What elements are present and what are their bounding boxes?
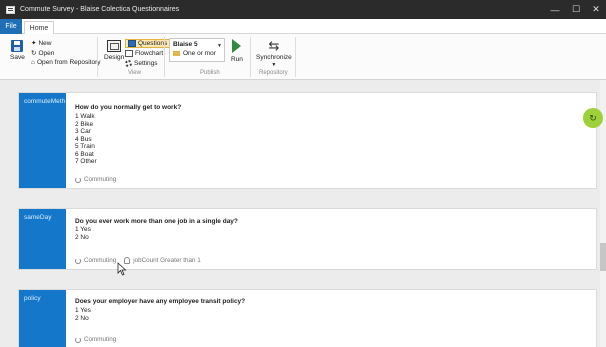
settings-button[interactable]: Settings xyxy=(125,60,158,67)
open-from-repository-button[interactable]: ⌂ Open from Repository xyxy=(31,59,101,66)
run-label: Run xyxy=(231,56,243,63)
save-label: Save xyxy=(10,54,25,61)
answer-options: 1 Yes 2 No xyxy=(75,226,91,241)
open-button[interactable]: ↻ Open xyxy=(31,49,55,58)
view-group-label: View xyxy=(128,70,141,76)
new-button[interactable]: ✦ New xyxy=(31,39,52,48)
ribbon-separator xyxy=(250,37,251,77)
ribbon-separator xyxy=(164,37,165,77)
mode-value: One or mor xyxy=(183,50,216,57)
ribbon: Save ✦ New ↻ Open ⌂ Open from Repository… xyxy=(0,34,606,80)
questions-icon xyxy=(128,40,136,47)
answer-option: 3 Car xyxy=(75,128,91,135)
question-text: Does your employer have any employee tra… xyxy=(75,298,246,305)
ribbon-separator xyxy=(295,37,296,77)
repository-icon: ⌂ xyxy=(31,59,35,66)
card-body: How do you normally get to work? 1 Walk … xyxy=(75,93,596,188)
answer-option: 1 Yes xyxy=(75,307,91,314)
new-file-icon: ✦ xyxy=(31,40,37,47)
answer-options: 1 Yes 2 No xyxy=(75,307,91,322)
question-text: How do you normally get to work? xyxy=(75,104,182,111)
answer-option: 6 Boat xyxy=(75,150,94,158)
answer-option: 4 Bus xyxy=(75,135,92,143)
question-name: sameDay xyxy=(24,214,52,221)
blaise-version-label: Blaise 5 xyxy=(173,41,198,48)
card-sidebar: sameDay xyxy=(19,209,66,269)
mode-select[interactable]: One or mor xyxy=(173,50,216,57)
question-card-policy[interactable]: policy Does your employer have any emplo… xyxy=(18,289,597,347)
refresh-button[interactable]: ↻ xyxy=(583,108,603,128)
refresh-icon: ↻ xyxy=(589,112,597,123)
mouse-cursor-icon xyxy=(117,262,127,276)
synchronize-button[interactable]: ⇆ Synchronize ▼ xyxy=(256,39,292,68)
scrollbar-thumb[interactable] xyxy=(600,243,606,271)
synchronize-label: Synchronize xyxy=(256,54,292,61)
ribbon-separator xyxy=(97,37,98,77)
design-label: Design xyxy=(104,54,125,61)
question-card-sameDay[interactable]: sameDay Do you ever work more than one j… xyxy=(18,208,597,270)
blaise-version-select[interactable]: Blaise 5 One or mor ▼ xyxy=(169,38,225,62)
card-sidebar: commuteMeth xyxy=(19,93,66,188)
questions-label: Questions xyxy=(138,40,168,47)
card-body: Does your employer have any employee tra… xyxy=(75,290,596,347)
question-text: Do you ever work more than one job in a … xyxy=(75,218,238,225)
tab-home[interactable]: Home xyxy=(24,21,54,35)
publish-group-label: Publish xyxy=(200,70,220,76)
answer-option: 1 Yes xyxy=(75,226,91,233)
play-icon xyxy=(232,39,242,53)
sequence-tag[interactable]: Commuting jobCount Greater than 1 xyxy=(75,257,201,264)
answer-option: 2 No xyxy=(75,233,89,241)
open-icon: ↻ xyxy=(31,50,37,57)
answer-options: 1 Walk 2 Bike 3 Car 4 Bus 5 Train 6 Boat… xyxy=(75,113,97,166)
answer-option: 7 Other xyxy=(75,158,97,165)
repository-group-label: Repository xyxy=(259,70,288,76)
sequence-icon xyxy=(75,336,81,343)
settings-label: Settings xyxy=(134,60,158,67)
sequence-icon xyxy=(75,176,81,183)
sequence-tag[interactable]: Commuting xyxy=(75,336,116,343)
flowchart-label: Flowchart xyxy=(135,50,164,57)
minimize-button[interactable]: — xyxy=(545,0,565,19)
sequence-tag[interactable]: Commuting xyxy=(75,176,116,183)
sequence-label: Commuting xyxy=(84,176,117,183)
sequence-label: Commuting xyxy=(84,257,117,264)
answer-option: 2 Bike xyxy=(75,120,94,128)
chevron-down-icon: ▼ xyxy=(217,43,222,49)
gear-icon xyxy=(125,60,132,67)
close-button[interactable]: ✕ xyxy=(586,0,606,19)
flowchart-button[interactable]: Flowchart xyxy=(125,50,163,57)
open-label: Open xyxy=(38,49,55,57)
card-body: Do you ever work more than one job in a … xyxy=(75,209,596,269)
app-icon xyxy=(6,5,15,14)
flowchart-icon xyxy=(125,50,133,57)
chevron-down-icon: ▼ xyxy=(271,62,277,68)
window-title: Commute Survey - Blaise Colectica Questi… xyxy=(20,6,180,13)
save-icon xyxy=(11,40,24,52)
question-name: policy xyxy=(24,295,41,302)
design-button[interactable]: Design xyxy=(104,40,124,61)
answer-option: 5 Train xyxy=(75,143,95,150)
tab-file[interactable]: File xyxy=(0,19,22,34)
question-card-commuteMeth[interactable]: commuteMeth How do you normally get to w… xyxy=(18,92,597,189)
title-bar: Commute Survey - Blaise Colectica Questi… xyxy=(0,0,606,19)
open-from-repository-label: Open from Repository xyxy=(36,59,101,66)
sequence-label: Commuting xyxy=(84,336,117,343)
run-button[interactable]: Run xyxy=(231,39,243,63)
mode-icon xyxy=(173,51,180,56)
ribbon-tabs: File Home xyxy=(0,19,606,35)
condition-label: jobCount Greater than 1 xyxy=(133,257,201,264)
sync-icon: ⇆ xyxy=(268,38,280,53)
answer-option: 1 Walk xyxy=(75,113,95,120)
new-label: New xyxy=(38,39,52,47)
save-button[interactable]: Save xyxy=(10,40,25,61)
design-icon xyxy=(107,40,122,52)
card-sidebar: policy xyxy=(19,290,66,347)
answer-option: 2 No xyxy=(75,314,89,322)
question-name: commuteMeth xyxy=(24,98,66,105)
maximize-button[interactable]: ☐ xyxy=(566,0,586,19)
sequence-icon xyxy=(75,257,81,264)
